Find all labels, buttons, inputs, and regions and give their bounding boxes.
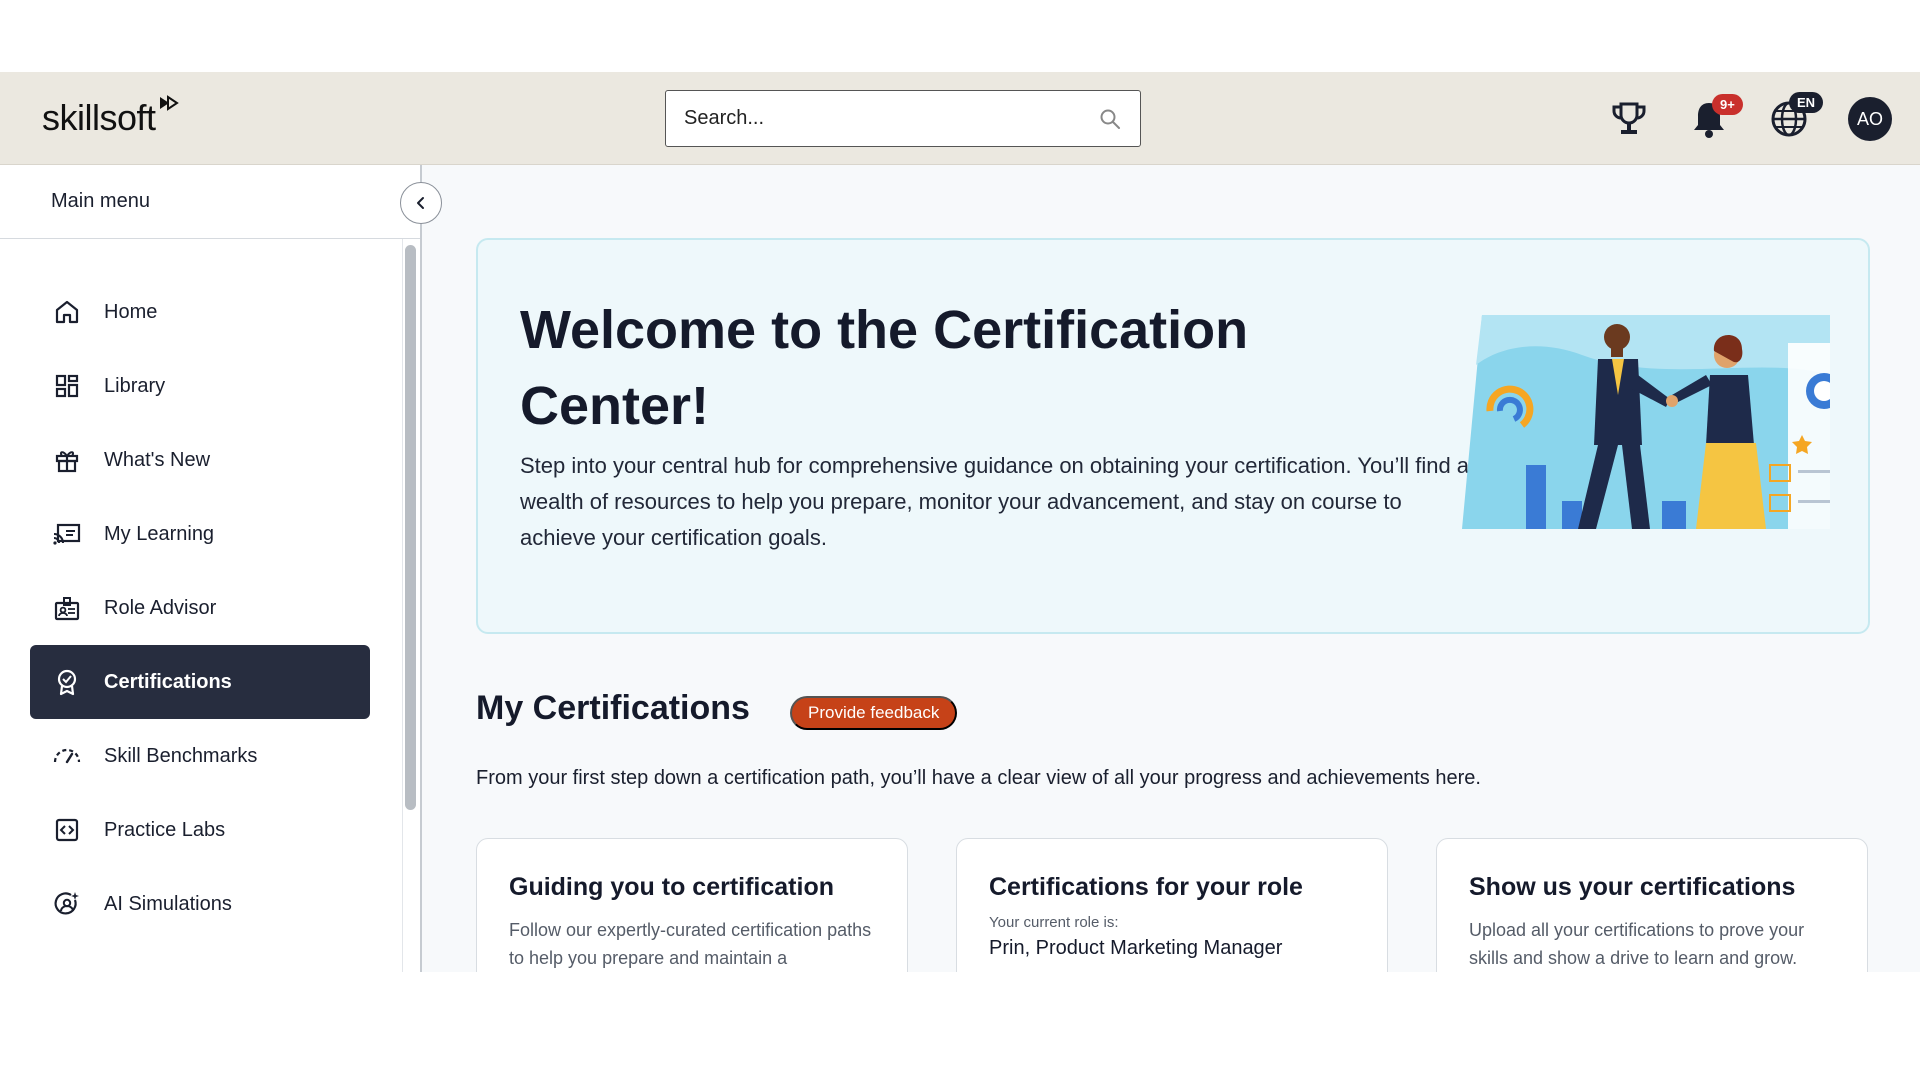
skillsoft-logo[interactable]: skillsoft: [42, 94, 180, 142]
sidebar-item-label: Certifications: [104, 670, 232, 693]
card-guiding-certification[interactable]: Guiding you to certification Follow our …: [476, 838, 908, 972]
trophy-icon: [1612, 102, 1646, 134]
sidebar-item-label: What's New: [104, 448, 211, 471]
sidebar-item-certifications[interactable]: Certifications: [30, 645, 370, 719]
sidebar-scrollbar[interactable]: [405, 245, 416, 810]
sidebar-item-library[interactable]: Library: [30, 349, 370, 423]
card-title: Show us your certifications: [1469, 873, 1796, 901]
language-badge: EN: [1789, 92, 1824, 113]
user-avatar[interactable]: AO: [1848, 97, 1892, 141]
top-header: skillsoft Search... 9+ EN AO: [0, 72, 1920, 165]
card-text: Follow our expertly-curated certificatio…: [509, 920, 872, 968]
sidebar-item-role-advisor[interactable]: Role Advisor: [30, 571, 370, 645]
my-learning-icon: [52, 519, 82, 549]
sidebar-item-whats-new[interactable]: What's New: [30, 423, 370, 497]
card-title: Certifications for your role: [989, 873, 1303, 901]
card-certifications-for-role[interactable]: Certifications for your role Your curren…: [956, 838, 1388, 972]
sidebar-item-home[interactable]: Home: [30, 275, 370, 349]
my-certifications-description: From your first step down a certificatio…: [476, 767, 1481, 789]
provide-feedback-button[interactable]: Provide feedback: [790, 696, 958, 730]
logo-text: skillsoft: [42, 97, 156, 138]
search-icon[interactable]: [1098, 107, 1122, 131]
hero-description: Step into your central hub for comprehen…: [520, 453, 1470, 550]
sidebar-header: Main menu: [0, 165, 420, 239]
sidebar-item-label: Library: [104, 374, 166, 397]
sidebar: Main menu Home Library What's New My Lea…: [0, 165, 442, 972]
gift-icon: [52, 445, 82, 475]
notifications-badge: 9+: [1712, 94, 1743, 115]
achievements-button[interactable]: [1606, 96, 1652, 142]
main-nav: Home Library What's New My Learning Role…: [30, 275, 370, 941]
sidebar-item-label: My Learning: [104, 522, 215, 545]
card-title: Guiding you to certification: [509, 873, 834, 901]
sidebar-item-label: AI Simulations: [104, 892, 232, 915]
sidebar-title: Main menu: [51, 190, 150, 212]
main-content: Welcome to the Certification Center! Ste…: [424, 165, 1920, 972]
sidebar-item-skill-benchmarks[interactable]: Skill Benchmarks: [30, 719, 370, 793]
card-show-certifications[interactable]: Show us your certifications Upload all y…: [1436, 838, 1868, 972]
search-box[interactable]: [665, 90, 1141, 147]
sidebar-item-label: Practice Labs: [104, 818, 226, 841]
app-frame: skillsoft Search... 9+ EN AO Main menu H…: [0, 72, 1920, 972]
ai-simulation-icon: [52, 889, 82, 919]
card-text: Upload all your certifications to prove …: [1469, 920, 1805, 968]
welcome-banner: Welcome to the Certification Center! Ste…: [476, 238, 1870, 634]
search-input[interactable]: [684, 107, 1098, 130]
sidebar-item-label: Home: [104, 300, 158, 323]
hero-title: Welcome to the Certification Center!: [520, 300, 1249, 436]
current-role-value: Prin, Product Marketing Manager: [989, 937, 1283, 959]
code-icon: [52, 815, 82, 845]
sidebar-scroll-track: [402, 239, 403, 972]
chevron-left-icon: [417, 197, 424, 209]
sidebar-item-label: Role Advisor: [104, 596, 217, 619]
logo-arrows-icon: [159, 95, 179, 111]
role-advisor-icon: [52, 593, 82, 623]
current-role-label: Your current role is:: [989, 914, 1119, 931]
library-icon: [52, 371, 82, 401]
sidebar-item-practice-labs[interactable]: Practice Labs: [30, 793, 370, 867]
my-certifications-title: My Certifications: [476, 689, 750, 727]
home-icon: [52, 297, 82, 327]
sidebar-item-label: Skill Benchmarks: [104, 744, 258, 767]
sidebar-item-my-learning[interactable]: My Learning: [30, 497, 370, 571]
certification-icon: [52, 667, 82, 697]
sidebar-item-ai-simulations[interactable]: AI Simulations: [30, 867, 370, 941]
handshake-illustration: [1462, 315, 1830, 529]
gauge-icon: [52, 741, 82, 771]
collapse-sidebar-button[interactable]: [400, 182, 442, 224]
